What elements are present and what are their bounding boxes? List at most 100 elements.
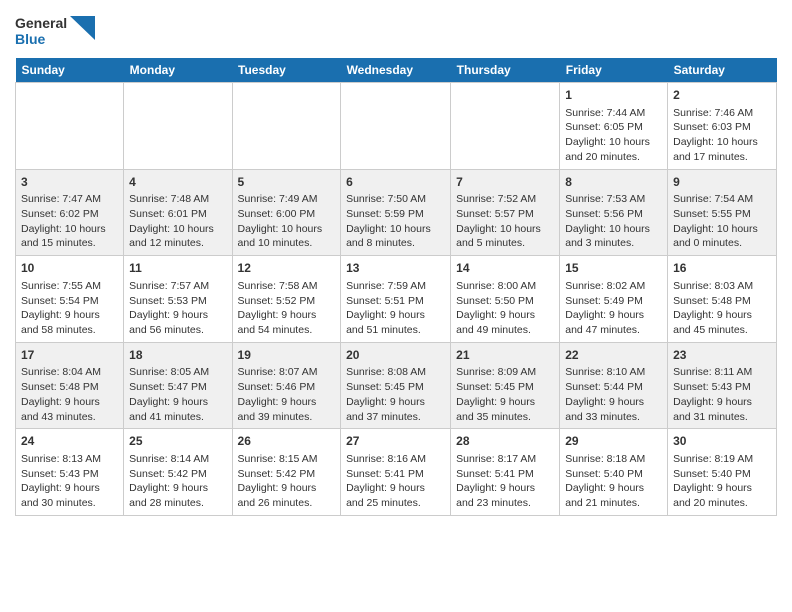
day-number: 16 — [673, 260, 771, 277]
day-number: 30 — [673, 433, 771, 450]
calendar-cell: 19Sunrise: 8:07 AMSunset: 5:46 PMDayligh… — [232, 342, 341, 429]
day-info: Sunrise: 8:02 AMSunset: 5:49 PMDaylight:… — [565, 279, 662, 338]
header-row: SundayMondayTuesdayWednesdayThursdayFrid… — [16, 58, 777, 83]
day-number: 4 — [129, 174, 226, 191]
day-info: Sunrise: 8:00 AMSunset: 5:50 PMDaylight:… — [456, 279, 554, 338]
day-number: 15 — [565, 260, 662, 277]
day-info: Sunrise: 7:52 AMSunset: 5:57 PMDaylight:… — [456, 192, 554, 251]
day-info: Sunrise: 7:47 AMSunset: 6:02 PMDaylight:… — [21, 192, 118, 251]
day-number: 21 — [456, 347, 554, 364]
day-number: 14 — [456, 260, 554, 277]
calendar-cell — [451, 83, 560, 170]
calendar-cell: 6Sunrise: 7:50 AMSunset: 5:59 PMDaylight… — [341, 169, 451, 256]
day-info: Sunrise: 7:53 AMSunset: 5:56 PMDaylight:… — [565, 192, 662, 251]
day-number: 23 — [673, 347, 771, 364]
day-number: 29 — [565, 433, 662, 450]
calendar-cell: 10 Sunrise: 7:55 AMSunset: 5:54 PMDayligh… — [16, 256, 124, 343]
week-row-2: 3Sunrise: 7:47 AMSunset: 6:02 PMDaylight… — [16, 169, 777, 256]
column-header-monday: Monday — [124, 58, 232, 83]
column-header-thursday: Thursday — [451, 58, 560, 83]
calendar-cell: 21Sunrise: 8:09 AMSunset: 5:45 PMDayligh… — [451, 342, 560, 429]
day-number: 6 — [346, 174, 445, 191]
day-number: 3 — [21, 174, 118, 191]
calendar-header: SundayMondayTuesdayWednesdayThursdayFrid… — [16, 58, 777, 83]
week-row-5: 24Sunrise: 8:13 AMSunset: 5:43 PMDayligh… — [16, 429, 777, 516]
column-header-wednesday: Wednesday — [341, 58, 451, 83]
day-number: 18 — [129, 347, 226, 364]
column-header-friday: Friday — [560, 58, 668, 83]
day-number: 17 — [21, 347, 118, 364]
calendar-cell: 3Sunrise: 7:47 AMSunset: 6:02 PMDaylight… — [16, 169, 124, 256]
day-number: 13 — [346, 260, 445, 277]
day-info: Sunrise: 7:50 AMSunset: 5:59 PMDaylight:… — [346, 192, 445, 251]
calendar-cell: 29 Sunrise: 8:18 AMSunset: 5:40 PMDayligh… — [560, 429, 668, 516]
day-info: Sunrise: 8:18 AMSunset: 5:40 PMDaylight:… — [565, 452, 662, 511]
day-info: Sunrise: 8:07 AMSunset: 5:46 PMDaylight:… — [238, 365, 336, 424]
day-info: Sunrise: 7:55 AMSunset: 5:54 PMDaylight:… — [21, 279, 118, 338]
column-header-saturday: Saturday — [668, 58, 777, 83]
day-info: Sunrise: 7:59 AMSunset: 5:51 PMDaylight:… — [346, 279, 445, 338]
calendar-cell: 24Sunrise: 8:13 AMSunset: 5:43 PMDayligh… — [16, 429, 124, 516]
calendar-body: 1 Sunrise: 7:44 AMSunset: 6:05 PMDaylight… — [16, 83, 777, 516]
day-info: Sunrise: 8:16 AMSunset: 5:41 PMDaylight:… — [346, 452, 445, 511]
day-number: 8 — [565, 174, 662, 191]
day-number: 7 — [456, 174, 554, 191]
calendar-cell: 28Sunrise: 8:17 AMSunset: 5:41 PMDayligh… — [451, 429, 560, 516]
day-info: Sunrise: 8:09 AMSunset: 5:45 PMDaylight:… — [456, 365, 554, 424]
calendar-cell: 26Sunrise: 8:15 AMSunset: 5:42 PMDayligh… — [232, 429, 341, 516]
calendar-cell: 17Sunrise: 8:04 AMSunset: 5:48 PMDayligh… — [16, 342, 124, 429]
calendar-cell: 14 Sunrise: 8:00 AMSunset: 5:50 PMDayligh… — [451, 256, 560, 343]
day-info: Sunrise: 8:11 AMSunset: 5:43 PMDaylight:… — [673, 365, 771, 424]
week-row-3: 10 Sunrise: 7:55 AMSunset: 5:54 PMDayligh… — [16, 256, 777, 343]
calendar-cell: 15 Sunrise: 8:02 AMSunset: 5:49 PMDayligh… — [560, 256, 668, 343]
week-row-1: 1 Sunrise: 7:44 AMSunset: 6:05 PMDaylight… — [16, 83, 777, 170]
day-number: 12 — [238, 260, 336, 277]
calendar-cell: 8Sunrise: 7:53 AMSunset: 5:56 PMDaylight… — [560, 169, 668, 256]
column-header-tuesday: Tuesday — [232, 58, 341, 83]
calendar-cell: 27 Sunrise: 8:16 AMSunset: 5:41 PMDayligh… — [341, 429, 451, 516]
day-info: Sunrise: 8:04 AMSunset: 5:48 PMDaylight:… — [21, 365, 118, 424]
day-info: Sunrise: 8:19 AMSunset: 5:40 PMDaylight:… — [673, 452, 771, 511]
calendar-cell: 18Sunrise: 8:05 AMSunset: 5:47 PMDayligh… — [124, 342, 232, 429]
calendar-cell: 23Sunrise: 8:11 AMSunset: 5:43 PMDayligh… — [668, 342, 777, 429]
day-info: Sunrise: 8:03 AMSunset: 5:48 PMDaylight:… — [673, 279, 771, 338]
svg-text:Blue: Blue — [15, 31, 46, 47]
day-info: Sunrise: 7:46 AMSunset: 6:03 PMDaylight:… — [673, 106, 771, 165]
day-number: 22 — [565, 347, 662, 364]
day-number: 2 — [673, 87, 771, 104]
day-info: Sunrise: 8:08 AMSunset: 5:45 PMDaylight:… — [346, 365, 445, 424]
day-number: 1 — [565, 87, 662, 104]
calendar-cell: 30 Sunrise: 8:19 AMSunset: 5:40 PMDayligh… — [668, 429, 777, 516]
calendar-cell: 7Sunrise: 7:52 AMSunset: 5:57 PMDaylight… — [451, 169, 560, 256]
day-number: 27 — [346, 433, 445, 450]
calendar-cell — [124, 83, 232, 170]
calendar-cell: 20Sunrise: 8:08 AMSunset: 5:45 PMDayligh… — [341, 342, 451, 429]
calendar-cell — [341, 83, 451, 170]
calendar-cell: 9Sunrise: 7:54 AMSunset: 5:55 PMDaylight… — [668, 169, 777, 256]
day-info: Sunrise: 7:49 AMSunset: 6:00 PMDaylight:… — [238, 192, 336, 251]
calendar-cell — [232, 83, 341, 170]
svg-text:General: General — [15, 15, 67, 31]
calendar-cell: 16 Sunrise: 8:03 AMSunset: 5:48 PMDayligh… — [668, 256, 777, 343]
day-number: 10 — [21, 260, 118, 277]
calendar-cell: 22Sunrise: 8:10 AMSunset: 5:44 PMDayligh… — [560, 342, 668, 429]
day-info: Sunrise: 7:54 AMSunset: 5:55 PMDaylight:… — [673, 192, 771, 251]
day-number: 26 — [238, 433, 336, 450]
day-info: Sunrise: 7:44 AMSunset: 6:05 PMDaylight:… — [565, 106, 662, 165]
day-info: Sunrise: 8:14 AMSunset: 5:42 PMDaylight:… — [129, 452, 226, 511]
day-info: Sunrise: 8:05 AMSunset: 5:47 PMDaylight:… — [129, 365, 226, 424]
calendar-cell: 13 Sunrise: 7:59 AMSunset: 5:51 PMDayligh… — [341, 256, 451, 343]
day-number: 28 — [456, 433, 554, 450]
calendar-cell: 12 Sunrise: 7:58 AMSunset: 5:52 PMDayligh… — [232, 256, 341, 343]
calendar-cell — [16, 83, 124, 170]
day-number: 20 — [346, 347, 445, 364]
calendar-cell: 1 Sunrise: 7:44 AMSunset: 6:05 PMDaylight… — [560, 83, 668, 170]
calendar-cell: 11Sunrise: 7:57 AMSunset: 5:53 PMDayligh… — [124, 256, 232, 343]
day-info: Sunrise: 7:58 AMSunset: 5:52 PMDaylight:… — [238, 279, 336, 338]
day-info: Sunrise: 8:10 AMSunset: 5:44 PMDaylight:… — [565, 365, 662, 424]
calendar-cell: 2 Sunrise: 7:46 AMSunset: 6:03 PMDaylight… — [668, 83, 777, 170]
day-number: 19 — [238, 347, 336, 364]
calendar-table: SundayMondayTuesdayWednesdayThursdayFrid… — [15, 58, 777, 516]
day-number: 25 — [129, 433, 226, 450]
week-row-4: 17Sunrise: 8:04 AMSunset: 5:48 PMDayligh… — [16, 342, 777, 429]
